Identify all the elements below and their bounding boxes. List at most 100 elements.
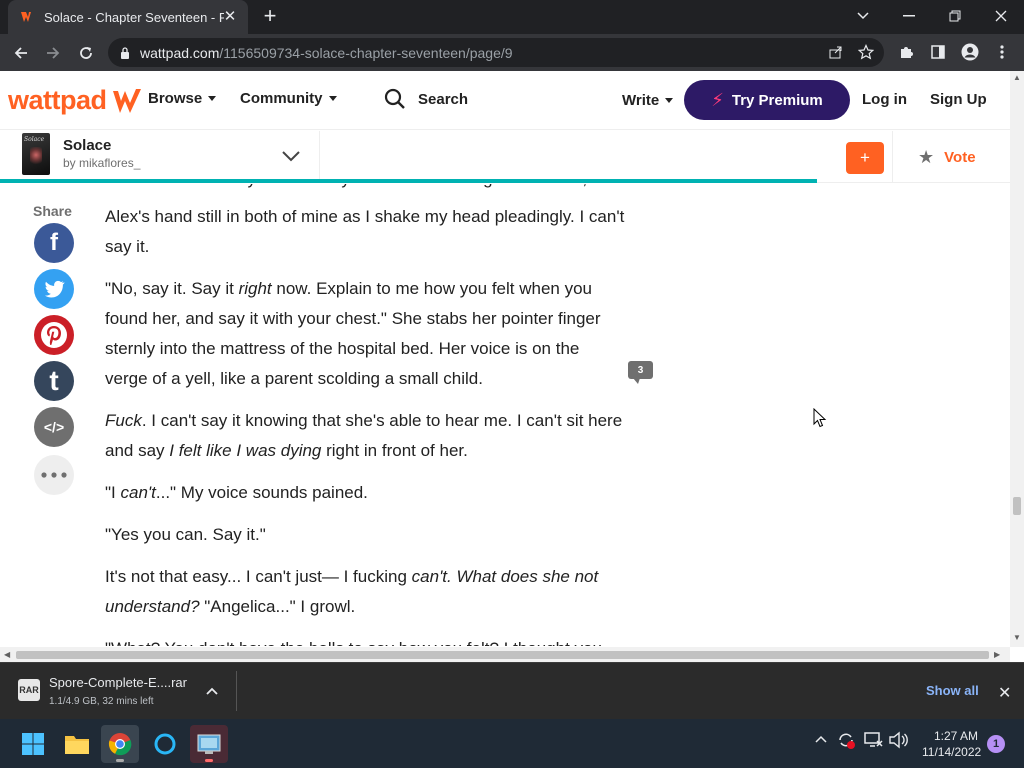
chevron-up-icon[interactable] — [204, 683, 220, 699]
more-share-button[interactable] — [34, 455, 74, 495]
facebook-share-button[interactable]: f — [34, 223, 74, 263]
add-to-library-button[interactable]: + — [846, 142, 884, 174]
back-button[interactable] — [8, 40, 34, 66]
mouse-cursor-icon — [813, 408, 827, 428]
pinterest-share-button[interactable] — [34, 315, 74, 355]
story-author[interactable]: by mikaflores_ — [63, 156, 140, 170]
running-indicator — [116, 759, 124, 762]
wattpad-logo[interactable]: wattpad — [8, 85, 147, 116]
close-downloads-icon[interactable]: ✕ — [998, 683, 1011, 703]
sync-status-icon[interactable] — [836, 730, 856, 753]
download-file-name[interactable]: Spore-Complete-E....rar — [49, 675, 187, 690]
community-menu[interactable]: Community — [240, 90, 337, 107]
story-title[interactable]: Solace — [63, 137, 111, 154]
restore-button[interactable] — [932, 0, 978, 32]
close-window-button[interactable] — [978, 0, 1024, 32]
text-span: ..." My voice sounds pained. — [155, 483, 368, 502]
scroll-right-arrow-icon[interactable]: ▶ — [994, 650, 1000, 659]
horizontal-scrollbar[interactable]: ◀ ▶ — [0, 647, 1010, 662]
file-explorer-button[interactable] — [58, 725, 96, 763]
try-premium-button[interactable]: ⚡ Try Premium — [684, 80, 850, 120]
text-span: "Angelica..." I growl. — [199, 597, 356, 616]
show-all-downloads-link[interactable]: Show all — [926, 683, 979, 698]
text-span: "I — [105, 483, 121, 502]
address-bar[interactable]: wattpad.com/1156509734-solace-chapter-se… — [108, 38, 884, 67]
share-page-icon[interactable] — [824, 40, 848, 64]
volume-icon[interactable] — [888, 731, 908, 752]
story-paragraph: "I can't..." My voice sounds pained. — [105, 478, 625, 508]
archive-file-icon: RAR — [18, 679, 40, 701]
login-link[interactable]: Log in — [862, 91, 907, 108]
browser-menu-icon[interactable] — [990, 40, 1014, 64]
cortana-ring-icon — [154, 733, 176, 755]
browser-tab-strip: Solace - Chapter Seventeen - Pag ✕ + — [0, 0, 1024, 34]
side-panel-icon[interactable] — [926, 40, 950, 64]
minimize-button[interactable] — [886, 0, 932, 32]
scrollbar-thumb[interactable] — [1013, 497, 1021, 515]
cortana-taskbar-button[interactable] — [146, 725, 184, 763]
scroll-up-arrow-icon[interactable]: ▲ — [1013, 73, 1021, 82]
inline-comment-button[interactable]: 3 — [628, 361, 653, 384]
embed-code-icon: </> — [43, 419, 65, 435]
twitter-icon — [44, 280, 65, 298]
pinterest-icon — [41, 322, 67, 348]
write-menu[interactable]: Write — [622, 92, 674, 109]
embed-share-button[interactable]: </> — [34, 407, 74, 447]
story-paragraph: It's not that easy... I can't just— I fu… — [105, 562, 625, 622]
signup-link[interactable]: Sign Up — [930, 91, 987, 108]
bookmark-star-icon[interactable] — [854, 40, 878, 64]
network-icon[interactable] — [863, 731, 883, 752]
close-tab-icon[interactable]: ✕ — [222, 9, 238, 25]
forward-button[interactable] — [40, 40, 66, 66]
scrollbar-thumb[interactable] — [16, 651, 989, 659]
vertical-scrollbar[interactable]: ▲ ▼ — [1010, 71, 1024, 647]
story-text: "Don't make me say it." I rest my elbows… — [105, 184, 625, 646]
browse-label: Browse — [148, 90, 203, 107]
system-clock[interactable]: 1:27 AM 11/14/2022 — [922, 728, 982, 760]
cover-title: Solace — [24, 136, 45, 143]
extensions-puzzle-icon[interactable] — [894, 40, 918, 64]
reload-button[interactable] — [73, 40, 99, 66]
app-taskbar-button[interactable] — [190, 725, 228, 763]
share-label: Share — [33, 203, 72, 219]
signup-label: Sign Up — [930, 91, 987, 108]
browse-menu[interactable]: Browse — [148, 90, 217, 107]
new-tab-button[interactable]: + — [258, 5, 282, 29]
tab-search-icon[interactable] — [840, 0, 886, 32]
windows-taskbar: 1:27 AM 11/14/2022 1 — [0, 719, 1024, 768]
story-cover-image[interactable]: Solace — [22, 133, 50, 175]
clock-time: 1:27 AM — [933, 729, 978, 743]
divider — [319, 131, 320, 183]
lightning-icon: ⚡ — [711, 89, 724, 110]
windows-logo-icon — [22, 733, 44, 755]
caret-down-icon — [208, 96, 217, 101]
story-paragraph: "No, say it. Say it right now. Explain t… — [105, 274, 625, 394]
start-button[interactable] — [14, 725, 52, 763]
logo-text: wattpad — [8, 85, 107, 115]
wattpad-w-icon — [112, 88, 141, 113]
scroll-down-arrow-icon[interactable]: ▼ — [1013, 633, 1021, 642]
notification-badge[interactable]: 1 — [987, 735, 1005, 753]
chrome-taskbar-button[interactable] — [101, 725, 139, 763]
profile-icon[interactable] — [958, 40, 982, 64]
star-icon: ★ — [918, 147, 935, 167]
tumblr-icon: t — [49, 365, 59, 396]
premium-label: Try Premium — [731, 91, 823, 109]
browser-tab[interactable]: Solace - Chapter Seventeen - Pag ✕ — [8, 0, 248, 34]
search-button[interactable]: Search — [384, 88, 468, 110]
more-dots-icon — [41, 472, 67, 478]
clock-date: 11/14/2022 — [922, 745, 982, 759]
chevron-down-icon[interactable] — [280, 145, 302, 167]
twitter-share-button[interactable] — [34, 269, 74, 309]
show-hidden-icons-chevron[interactable] — [814, 732, 828, 747]
tumblr-share-button[interactable]: t — [34, 361, 74, 401]
vote-button[interactable]: ★ Vote — [918, 147, 976, 168]
story-paragraph: "Don't make me say it." I rest my elbows… — [105, 184, 625, 194]
app-window-icon — [197, 734, 221, 754]
downloads-bar: RAR Spore-Complete-E....rar 1.1/4.9 GB, … — [0, 662, 1024, 719]
login-label: Log in — [862, 91, 907, 108]
scroll-left-arrow-icon[interactable]: ◀ — [4, 650, 10, 659]
facebook-icon: f — [50, 229, 58, 256]
search-label: Search — [418, 90, 469, 108]
story-info-bar: Solace Solace by mikaflores_ + ★ Vote — [0, 131, 1010, 183]
